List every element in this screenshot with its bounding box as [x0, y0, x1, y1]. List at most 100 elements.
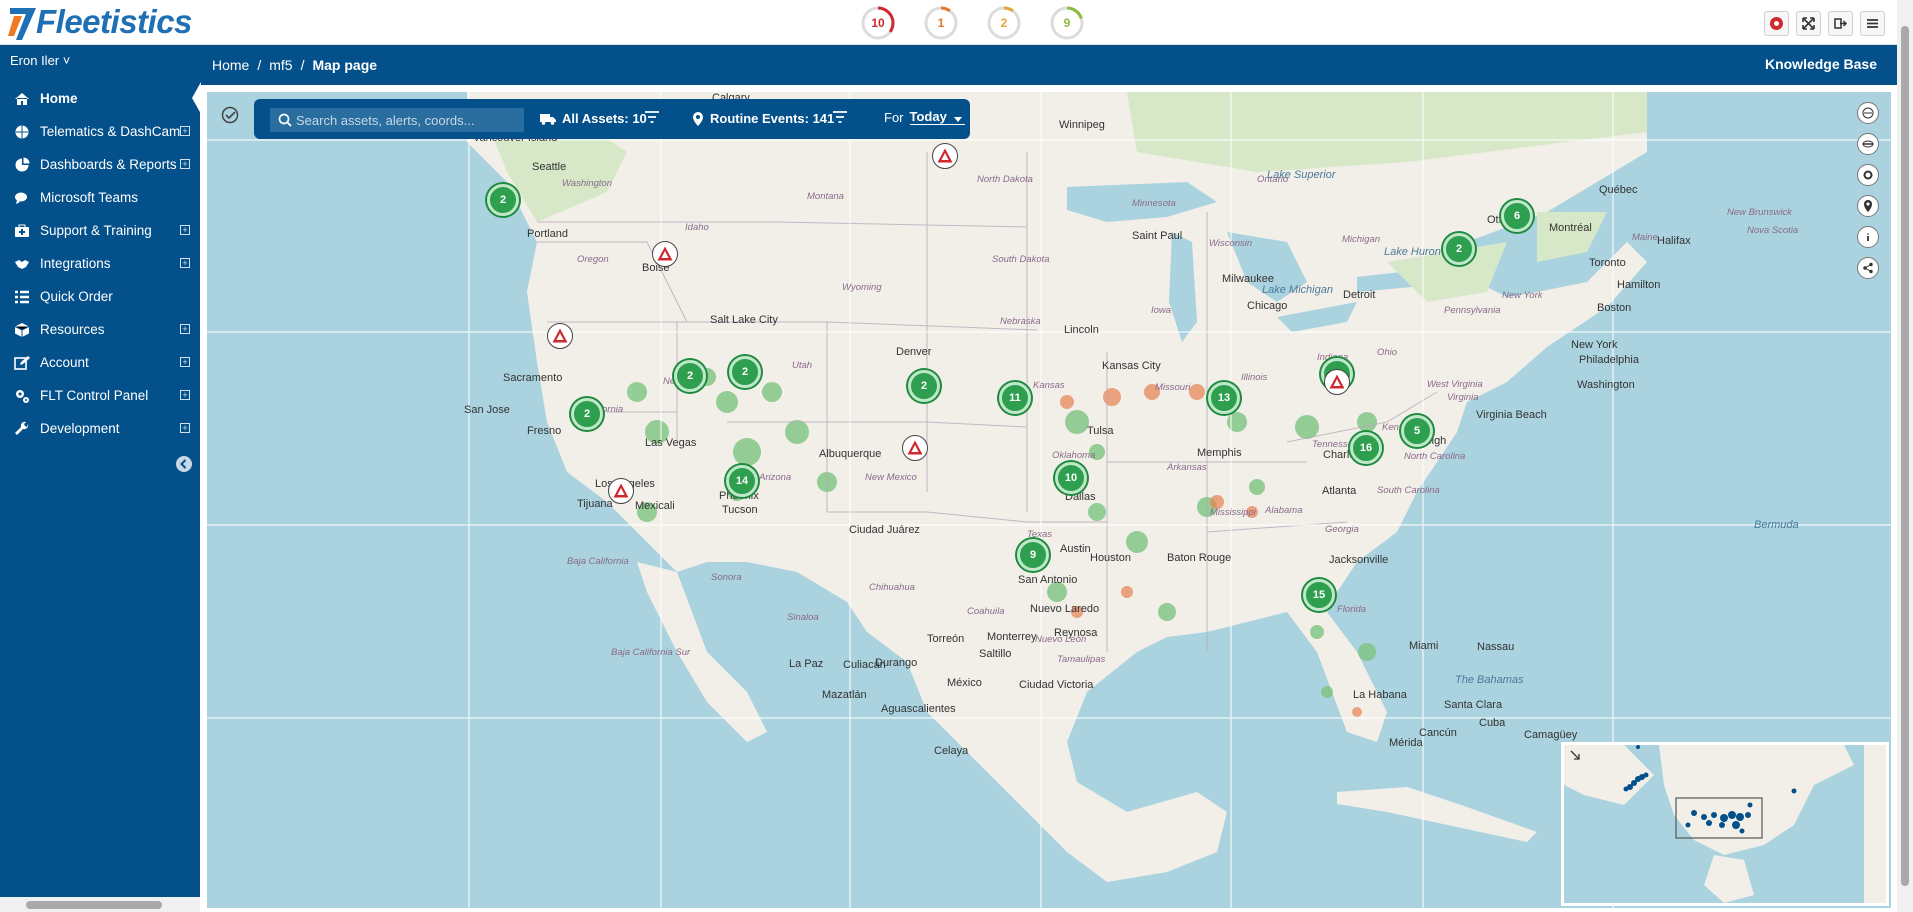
sidebar-menu: Home Telematics & DashCam + Dashboards & … [0, 82, 201, 445]
overview-minimap[interactable] [1561, 742, 1889, 906]
expand-plus-icon[interactable]: + [180, 225, 190, 235]
minimap-map [1564, 745, 1886, 903]
asset-cluster-marker[interactable]: 2 [1443, 233, 1475, 265]
asset-cluster-marker[interactable]: 5 [1401, 415, 1433, 447]
asset-cluster-marker[interactable]: 2 [908, 370, 940, 402]
emergency-button[interactable] [1764, 11, 1789, 36]
sidebar-item-development[interactable]: Development + [0, 412, 200, 445]
routine-events-filter[interactable]: Routine Events: 141 [692, 111, 834, 126]
sidebar-horizontal-scrollbar[interactable] [0, 897, 200, 912]
region-label: Sinaloa [787, 612, 819, 623]
asset-cluster-marker[interactable]: 6 [1501, 200, 1533, 232]
alert-marker[interactable] [547, 323, 573, 349]
sidebar-item-support-training[interactable]: Support & Training + [0, 214, 200, 247]
sidebar-item-label: Integrations [40, 256, 111, 271]
sidebar-item-label: Microsoft Teams [40, 190, 139, 205]
events-filter-button[interactable] [832, 110, 848, 124]
logout-button[interactable] [1828, 11, 1853, 36]
sidebar-item-account[interactable]: Account + [0, 346, 200, 379]
city-label: México [947, 677, 982, 689]
sidebar-item-telematics-dashcam[interactable]: Telematics & DashCam + [0, 115, 200, 148]
edit-icon [12, 355, 32, 371]
alert-marker[interactable] [608, 478, 634, 504]
alert-gauge[interactable]: 1 [923, 5, 959, 41]
sidebar-item-quick-order[interactable]: Quick Order [0, 280, 200, 313]
period-dropdown[interactable]: Today [909, 109, 965, 125]
asset-cluster-marker[interactable]: 2 [571, 398, 603, 430]
handshake-icon [12, 256, 32, 272]
sidebar-item-home[interactable]: Home [0, 82, 201, 115]
alert-gauge[interactable]: 10 [860, 5, 896, 41]
expand-plus-icon[interactable]: + [180, 390, 190, 400]
scrollbar-thumb[interactable] [1901, 26, 1909, 886]
sidebar-collapse-button[interactable] [176, 456, 192, 472]
warning-triangle-icon [937, 148, 953, 163]
sidebar-item-integrations[interactable]: Integrations + [0, 247, 200, 280]
asset-cluster-marker[interactable]: 2 [674, 360, 706, 392]
settings-control[interactable] [1857, 164, 1879, 186]
expand-plus-icon[interactable]: + [180, 159, 190, 169]
alert-gauge[interactable]: 9 [1049, 5, 1085, 41]
alert-marker[interactable] [652, 241, 678, 267]
region-label: Kansas [1033, 380, 1065, 391]
city-label: Portland [527, 228, 568, 240]
menu-button[interactable] [1860, 11, 1885, 36]
wrench-icon [12, 421, 32, 437]
search-icon [278, 113, 292, 127]
info-control[interactable] [1857, 226, 1879, 248]
fullscreen-button[interactable] [1796, 11, 1821, 36]
breadcrumb-home[interactable]: Home [212, 57, 249, 73]
sidebar-item-label: Quick Order [40, 289, 113, 304]
basemap-toggle[interactable] [1857, 102, 1879, 124]
asset-cluster-marker[interactable]: 15 [1303, 579, 1335, 611]
map-select-control[interactable] [221, 106, 239, 129]
expand-plus-icon[interactable]: + [180, 357, 190, 367]
expand-plus-icon[interactable]: + [180, 126, 190, 136]
info-icon [1867, 233, 1869, 241]
alert-marker[interactable] [902, 435, 928, 461]
user-menu[interactable]: Eron Iler ˅ [10, 53, 70, 68]
region-label: Florida [1337, 604, 1367, 615]
page-vertical-scrollbar[interactable] [1897, 0, 1913, 912]
sidebar-item-resources[interactable]: Resources + [0, 313, 200, 346]
city-label: Monterrey [987, 631, 1037, 643]
asset-cluster-marker[interactable]: 16 [1350, 432, 1382, 464]
assets-filter-button[interactable] [644, 110, 660, 124]
knowledge-base-link[interactable]: Knowledge Base [1765, 56, 1877, 72]
arrow-left-icon [180, 459, 187, 469]
asset-cluster-marker[interactable]: 10 [1055, 462, 1087, 494]
warning-triangle-icon [657, 246, 673, 261]
expand-plus-icon[interactable]: + [180, 258, 190, 268]
traffic-toggle[interactable] [1857, 133, 1879, 155]
region-label: Illinois [1241, 372, 1268, 383]
asset-cluster-marker[interactable]: 2 [729, 356, 761, 388]
asset-cluster-marker[interactable]: 14 [726, 465, 758, 497]
alert-marker[interactable] [1324, 369, 1350, 395]
breadcrumb-separator: / [257, 57, 262, 73]
scrollbar-thumb[interactable] [26, 901, 162, 909]
share-control[interactable] [1857, 257, 1879, 279]
asset-cluster-marker[interactable]: 9 [1017, 539, 1049, 571]
city-label: Kansas City [1102, 360, 1161, 372]
expand-plus-icon[interactable]: + [180, 324, 190, 334]
brand-logo[interactable]: Fleetistics [6, 2, 192, 42]
breadcrumb-mf5[interactable]: mf5 [269, 57, 292, 73]
location-control[interactable] [1857, 195, 1879, 217]
alert-marker[interactable] [932, 143, 958, 169]
expand-plus-icon[interactable]: + [180, 423, 190, 433]
map-canvas[interactable]: CalgaryVancouverVancouver IslandWinnipeg… [207, 92, 1891, 908]
asset-search-input[interactable] [296, 111, 516, 129]
all-assets-filter[interactable]: All Assets: 10 [540, 111, 647, 126]
alert-gauge[interactable]: 2 [986, 5, 1022, 41]
asset-cluster-marker[interactable]: 2 [487, 184, 519, 216]
sidebar-item-dashboards-reports[interactable]: Dashboards & Reports + [0, 148, 200, 181]
city-label: Camagüey [1524, 729, 1578, 741]
sidebar-item-flt-control-panel[interactable]: FLT Control Panel + [0, 379, 200, 412]
gauge-value: 9 [1063, 16, 1071, 30]
warning-triangle-icon [613, 483, 629, 498]
alert-gauges: 10 1 2 9 [860, 5, 1085, 41]
city-label: Nuevo Laredo [1030, 603, 1100, 615]
asset-cluster-marker[interactable]: 11 [999, 382, 1031, 414]
sidebar-item-microsoft-teams[interactable]: Microsoft Teams [0, 181, 200, 214]
asset-cluster-marker[interactable]: 13 [1208, 382, 1240, 414]
